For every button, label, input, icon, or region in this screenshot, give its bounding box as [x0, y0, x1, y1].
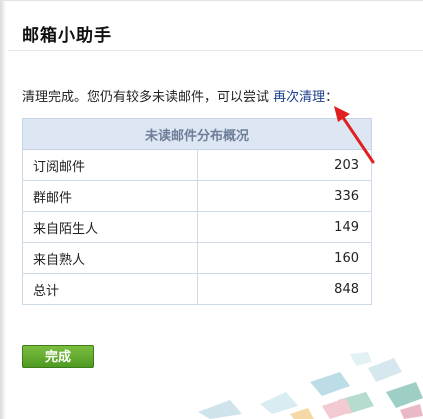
decorative-envelopes	[198, 352, 423, 419]
table-header: 未读邮件分布概况	[22, 118, 372, 150]
mailbox-assistant-dialog: 邮箱小助手 清理完成。您仍有较多未读邮件，可以尝试 再次清理： 未读邮件分布概况…	[0, 0, 423, 419]
unread-distribution-table: 未读邮件分布概况 订阅邮件 203 群邮件 336 来自陌生人 149 来自熟人…	[22, 118, 372, 305]
table-row: 来自陌生人 149	[22, 211, 372, 243]
row-category: 来自熟人	[22, 242, 198, 274]
row-category: 订阅邮件	[22, 149, 198, 181]
row-count: 160	[197, 242, 372, 274]
left-edge-shadow	[0, 0, 6, 419]
row-count: 149	[197, 211, 372, 243]
red-arrow-icon	[334, 106, 375, 164]
dialog-title: 邮箱小助手	[22, 26, 112, 46]
row-category: 总计	[22, 273, 198, 305]
table-row: 群邮件 336	[22, 180, 372, 212]
row-category: 来自陌生人	[22, 211, 198, 243]
row-category: 群邮件	[22, 180, 198, 212]
status-message: 清理完成。您仍有较多未读邮件，可以尝试 再次清理：	[22, 89, 338, 107]
table-row: 订阅邮件 203	[22, 149, 372, 181]
message-text: 清理完成。您仍有较多未读邮件，可以尝试	[22, 90, 270, 105]
row-count: 336	[197, 180, 372, 212]
top-border	[0, 0, 423, 1]
reclean-link[interactable]: 再次清理	[273, 90, 325, 105]
row-count: 848	[197, 273, 372, 305]
message-colon: ：	[325, 90, 339, 105]
table-row: 来自熟人 160	[22, 242, 372, 274]
title-divider	[8, 50, 423, 51]
done-button[interactable]: 完成	[22, 345, 94, 368]
table-row-total: 总计 848	[22, 273, 372, 305]
